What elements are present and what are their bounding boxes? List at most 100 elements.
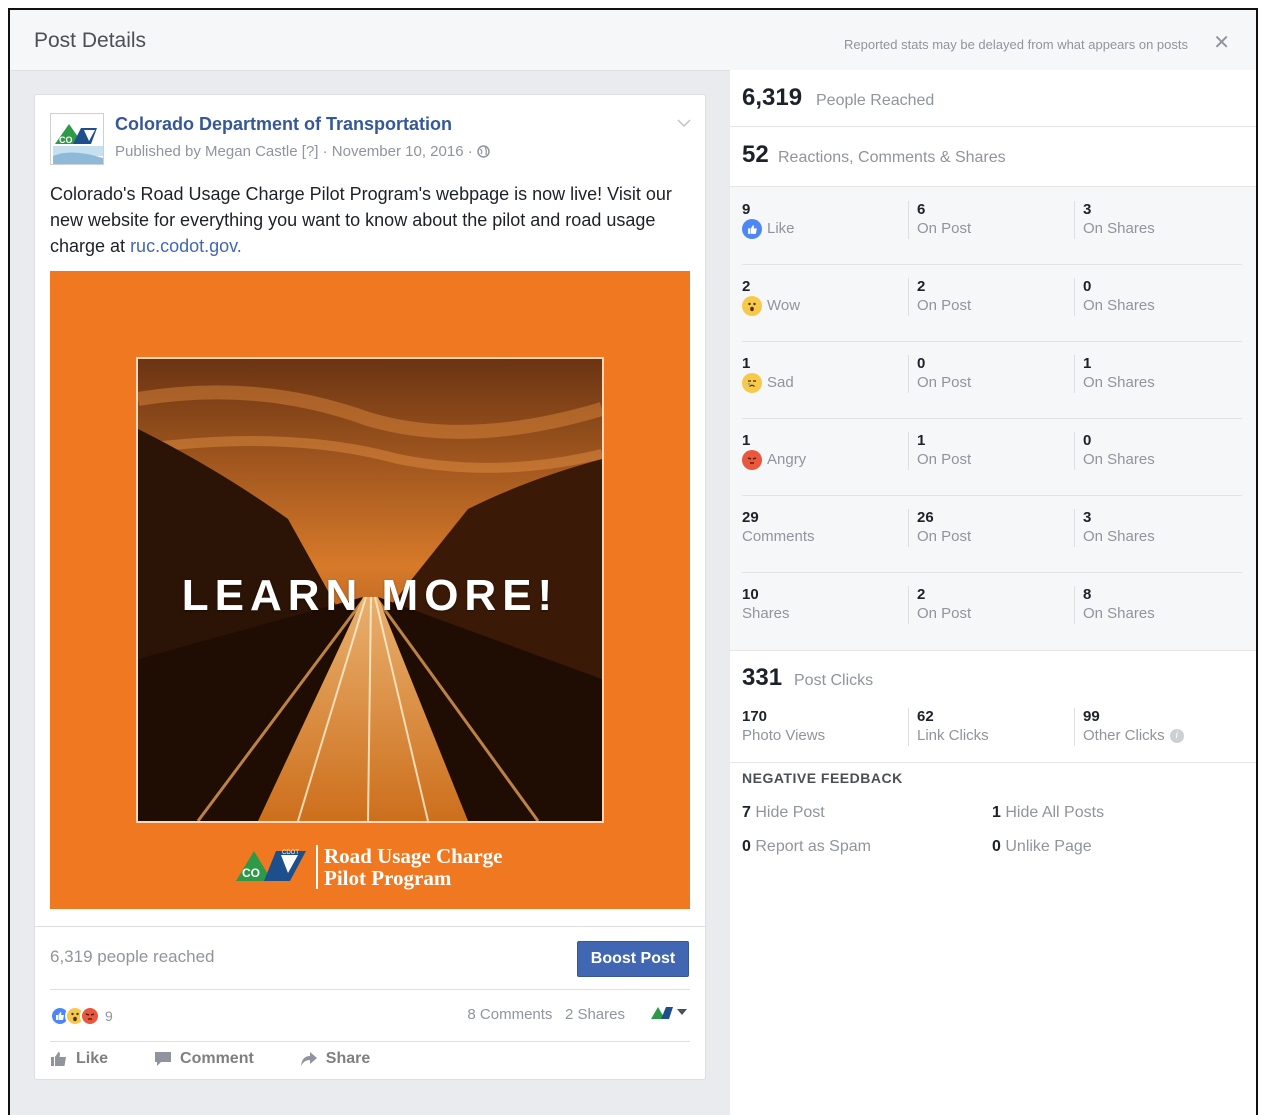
shares-on-shares: 8 On Shares (1074, 586, 1155, 624)
ruc-logo: CO CDOT Road Usage Charge Pilot Program (236, 845, 503, 891)
angry-total: 1 Angry (742, 432, 806, 470)
report-spam-stat: 0 Report as Spam (742, 838, 871, 856)
card-divider (50, 989, 690, 990)
reaction-summary[interactable]: 9 (50, 1005, 113, 1027)
shares-on-post: 2 On Post (908, 586, 971, 624)
page-mini-avatar-icon (651, 1007, 673, 1019)
thumbs-up-icon (51, 1052, 66, 1066)
sad-on-shares: 1 On Shares (1074, 355, 1155, 393)
breakdown-row-sad: 1 Sad 0 On Post 1 On Shares (742, 341, 1242, 419)
like-on-post: 6 On Post (908, 201, 971, 239)
shares-on-post-value: 2 (917, 586, 926, 603)
engagement-label: Reactions, Comments & Shares (778, 149, 1006, 166)
cdot-logo-icon: CO CDOT (236, 850, 306, 881)
post-message: Colorado's Road Usage Charge Pilot Progr… (50, 181, 695, 259)
sad-total-value: 1 (742, 355, 751, 372)
angry-on-post: 1 On Post (908, 432, 971, 470)
on-shares-label: On Shares (1083, 374, 1155, 391)
stats-panel: 6,319 People Reached 52 Reactions, Comme… (730, 70, 1256, 1115)
shares-count-link[interactable]: 2 Shares (565, 1006, 625, 1023)
angry-icon (742, 450, 762, 470)
svg-text:CO: CO (59, 135, 73, 145)
ruc-line-1: Road Usage Charge (324, 844, 503, 868)
comments-on-post-value: 26 (917, 509, 934, 526)
engagement-value: 52 (742, 141, 769, 168)
logo-co-text: CO (242, 866, 260, 880)
hide-all-value: 1 (992, 804, 1001, 821)
share-action-button[interactable]: Share (300, 1050, 370, 1068)
comment-icon (155, 1052, 172, 1066)
page-name-link[interactable]: Colorado Department of Transportation (115, 114, 452, 135)
like-label: Like (767, 220, 795, 237)
wow-on-shares: 0 On Shares (1074, 278, 1155, 316)
share-action-label: Share (325, 1050, 371, 1067)
people-reached-text: 6,319 people reached (50, 947, 215, 966)
delay-note: Reported stats may be delayed from what … (844, 37, 1188, 52)
people-reached-row: 6,319 People Reached (730, 70, 1256, 127)
shares-label: Shares (742, 605, 790, 622)
unlike-page-stat: 0 Unlike Page (992, 838, 1092, 856)
sad-label: Sad (767, 374, 794, 391)
post-actions: Like Comment Share (50, 1050, 370, 1068)
post-clicks-section: 331 Post Clicks 170 Photo Views 62 Link … (730, 650, 1256, 763)
hide-post-value: 7 (742, 804, 751, 821)
hide-all-label: Hide All Posts (1005, 804, 1105, 821)
comments-label: Comments (742, 528, 815, 545)
sad-icon (742, 373, 762, 393)
on-shares-label: On Shares (1083, 451, 1155, 468)
on-shares-label: On Shares (1083, 297, 1155, 314)
photo-views-label: Photo Views (742, 727, 826, 744)
angry-label: Angry (767, 451, 807, 468)
shares-total: 10 Shares (742, 586, 790, 624)
breakdown-row-like: 9 Like 6 On Post 3 On Shares (742, 187, 1242, 265)
sad-total: 1 Sad (742, 355, 794, 393)
on-post-label: On Post (917, 605, 972, 622)
photo-views-value: 170 (742, 708, 768, 725)
like-action-label: Like (76, 1050, 109, 1067)
like-on-post-value: 6 (917, 201, 926, 218)
like-action-button[interactable]: Like (50, 1050, 108, 1068)
post-options-chevron-icon[interactable] (677, 115, 691, 131)
wow-icon (742, 296, 762, 316)
byline-text: Published by Megan Castle [?] · November… (115, 143, 473, 160)
close-icon[interactable]: ✕ (1213, 30, 1230, 55)
sad-on-post: 0 On Post (908, 355, 971, 393)
spam-value: 0 (742, 838, 751, 855)
post-details-dialog: Post Details Reported stats may be delay… (8, 8, 1258, 1115)
comment-action-button[interactable]: Comment (154, 1050, 254, 1068)
wow-label: Wow (767, 297, 801, 314)
post-clicks-label: Post Clicks (794, 672, 874, 689)
comments-count-link[interactable]: 8 Comments (467, 1006, 552, 1023)
breakdown-row-shares: 10 Shares 2 On Post 8 On Shares (742, 572, 1242, 649)
hide-post-label: Hide Post (755, 804, 825, 821)
comments-on-post: 26 On Post (908, 509, 971, 547)
on-post-label: On Post (917, 220, 972, 237)
on-post-label: On Post (917, 528, 972, 545)
sad-on-post-value: 0 (917, 355, 926, 372)
wow-on-post: 2 On Post (908, 278, 971, 316)
like-total-value: 9 (742, 201, 751, 218)
unlike-label: Unlike Page (1005, 838, 1092, 855)
link-clicks-value: 62 (917, 708, 934, 725)
share-arrow-icon (300, 1052, 317, 1066)
on-shares-label: On Shares (1083, 605, 1155, 622)
on-post-label: On Post (917, 374, 972, 391)
website-link[interactable]: ruc.codot.gov. (130, 236, 242, 256)
negative-feedback-heading: NEGATIVE FEEDBACK (742, 770, 903, 786)
like-icon (742, 219, 762, 239)
page-selector[interactable] (651, 1003, 687, 1021)
info-icon[interactable]: i (1169, 729, 1184, 743)
engagement-breakdown: 9 Like 6 On Post 3 On Shares 2 Wow 2 On … (730, 186, 1256, 651)
page-avatar[interactable]: CO (50, 113, 104, 165)
angry-total-value: 1 (742, 432, 751, 449)
breakdown-row-wow: 2 Wow 2 On Post 0 On Shares (742, 264, 1242, 342)
hide-all-posts-stat: 1 Hide All Posts (992, 804, 1104, 822)
ruc-program-name: Road Usage Charge Pilot Program (316, 845, 503, 889)
on-shares-label: On Shares (1083, 528, 1155, 545)
boost-post-button[interactable]: Boost Post (577, 941, 689, 977)
wow-on-post-value: 2 (917, 278, 926, 295)
card-divider (35, 926, 705, 927)
caret-down-icon (677, 1009, 687, 1015)
post-image[interactable]: LEARN MORE! CO CDOT Road Usage Charge Pi… (50, 271, 690, 909)
post-clicks-value: 331 (742, 664, 783, 691)
